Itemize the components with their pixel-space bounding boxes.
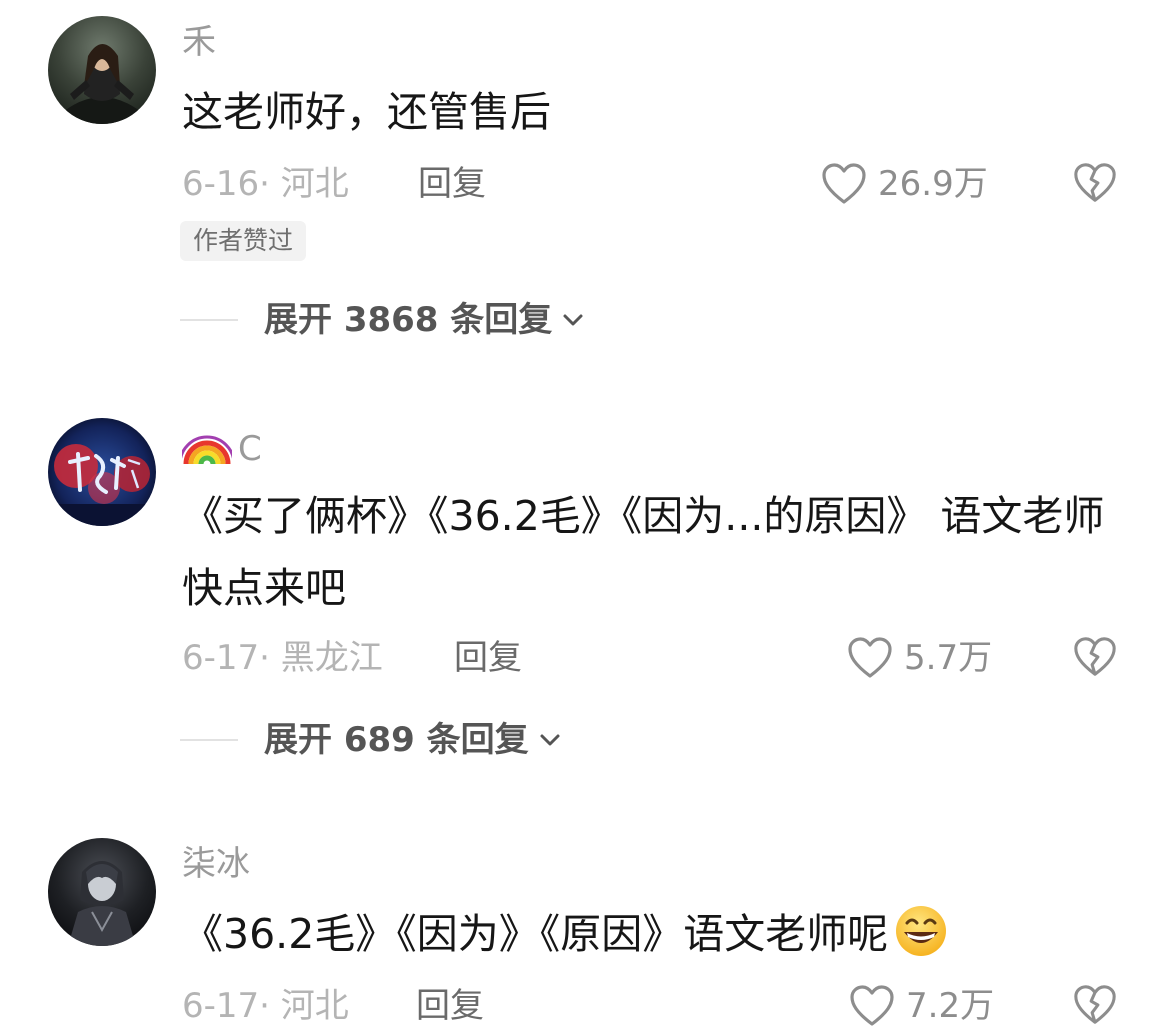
like-button[interactable]: 26.9万 [820,162,988,206]
reply-button[interactable]: 回复 [416,986,484,1026]
meta-dot: · [259,638,281,678]
comment-username[interactable]: 柒冰 [182,844,250,884]
heart-outline-icon [822,163,866,204]
comment-list: 禾 这老师好，还管售后 6-16· 河北 回复 26.9万 作者赞过 展开 38… [0,0,1170,1032]
expand-replies-label: 展开 689 条回复 [264,720,529,760]
reply-button[interactable]: 回复 [418,164,486,204]
avatar[interactable] [48,16,156,124]
divider-line [180,739,238,741]
comment-location: 河北 [280,164,349,204]
username-text: C [238,429,262,469]
broken-heart-icon[interactable] [1072,634,1118,680]
grinning-face-emoji [896,906,947,956]
comment-text[interactable]: 《36.2毛》《因为》《原因》语文老师呢 [182,898,1132,970]
heart-outline-icon [850,985,894,1026]
author-liked-badge: 作者赞过 [180,221,307,261]
like-count: 26.9万 [878,164,988,204]
comment-date: 6-16 [182,164,260,204]
meta-dot: · [259,164,281,204]
divider-line [180,319,238,321]
comment-date: 6-17 [182,638,260,678]
like-button[interactable]: 7.2万 [848,984,994,1028]
comment-text[interactable]: 《买了俩杯》《36.2毛》《因为...的原因》 语文老师快点来吧 [182,480,1132,624]
avatar[interactable] [48,418,156,526]
broken-heart-icon[interactable] [1072,160,1118,206]
broken-heart-icon[interactable] [1072,982,1118,1028]
reply-button[interactable]: 回复 [454,638,522,678]
comment-date: 6-17 [182,986,260,1026]
meta-dot: · [259,986,281,1026]
chevron-down-icon [563,314,583,326]
heart-outline-icon [848,637,892,678]
rainbow-emoji [182,435,232,465]
like-button[interactable]: 5.7万 [846,636,992,680]
comment-text[interactable]: 这老师好，还管售后 [182,76,1132,148]
comment-location: 黑龙江 [280,638,383,678]
expand-replies-label: 展开 3868 条回复 [264,300,553,340]
comment-username[interactable]: 禾 [182,22,216,62]
comment-meta: 6-17· 黑龙江 [182,638,383,678]
comment-meta: 6-16· 河北 [182,164,349,204]
comment-item: 柒冰 《36.2毛》《因为》《原因》语文老师呢 6-17· 河北 回复 7.2万 [0,820,1170,1032]
expand-replies-button[interactable]: 展开 3868 条回复 [180,298,586,342]
avatar[interactable] [48,838,156,946]
comment-meta: 6-17· 河北 [182,986,349,1026]
comment-text-content: 《36.2毛》《因为》《原因》语文老师呢 [182,910,889,958]
expand-replies-button[interactable]: 展开 689 条回复 [180,718,563,762]
chevron-down-icon [540,734,560,746]
like-count: 7.2万 [906,986,995,1026]
comment-item: 禾 这老师好，还管售后 6-16· 河北 回复 26.9万 作者赞过 展开 38… [0,0,1170,360]
comment-username[interactable]: C [182,422,262,469]
like-count: 5.7万 [904,638,993,678]
comment-item: C 《买了俩杯》《36.2毛》《因为...的原因》 语文老师快点来吧 6-17·… [0,400,1170,780]
comment-location: 河北 [280,986,349,1026]
